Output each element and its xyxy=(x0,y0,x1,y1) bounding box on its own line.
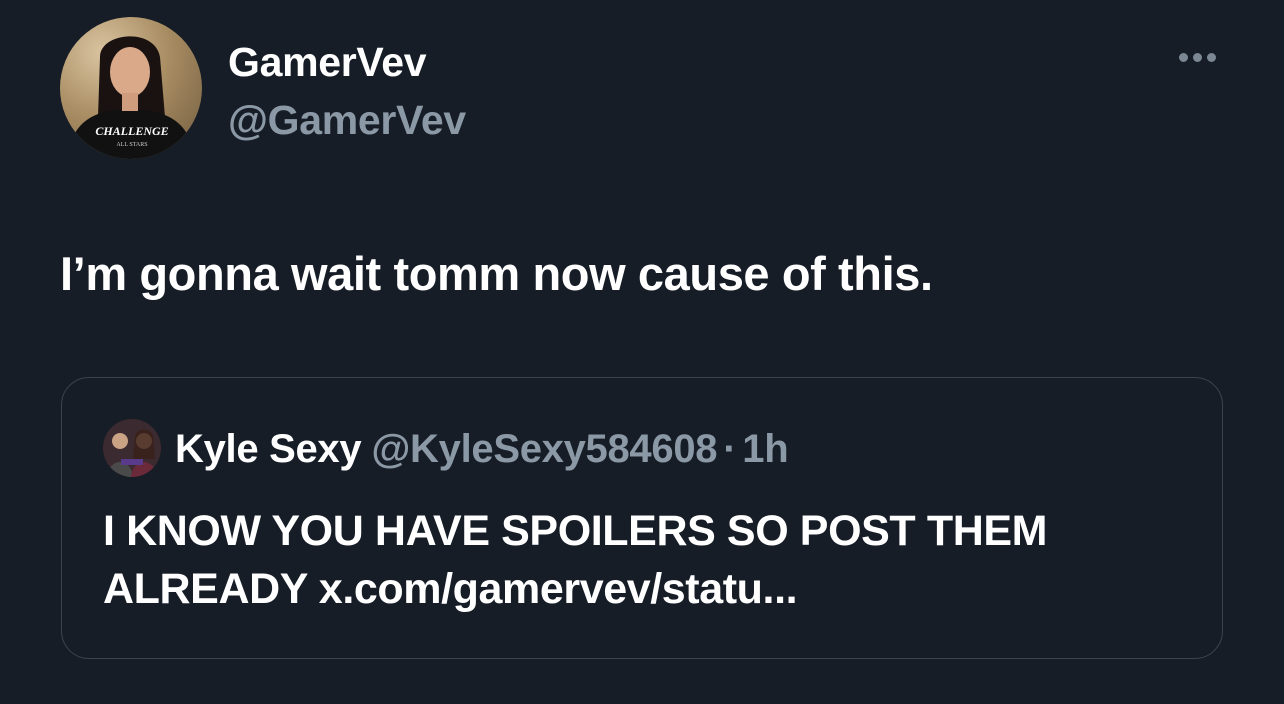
quoted-display-name[interactable]: Kyle Sexy xyxy=(175,427,362,471)
author-handle[interactable]: @GamerVev xyxy=(228,96,466,144)
more-horizontal-icon xyxy=(1178,52,1188,62)
quoted-header: Kyle Sexy @KyleSexy584608 · 1h xyxy=(175,425,789,473)
quoted-separator: · xyxy=(723,427,737,471)
avatar-shirt-subtext: ALL STARS xyxy=(116,142,147,148)
author-avatar-image: CHALLENGE ALL STARS xyxy=(68,36,194,159)
more-options-button[interactable] xyxy=(1172,42,1222,72)
quoted-handle[interactable]: @KyleSexy584608 xyxy=(371,427,717,471)
quoted-avatar-image xyxy=(103,419,161,477)
quoted-tweet-card[interactable]: Kyle Sexy @KyleSexy584608 · 1h I KNOW YOU H… xyxy=(61,377,1223,659)
more-horizontal-icon xyxy=(1192,52,1202,62)
tweet-text: I’m gonna wait tomm now cause of this. xyxy=(60,247,933,300)
quoted-timestamp[interactable]: 1h xyxy=(742,427,788,471)
quoted-tweet-text: I KNOW YOU HAVE SPOILERS SO POST THEM AL… xyxy=(103,507,1048,613)
avatar-shirt-text: CHALLENGE xyxy=(95,124,168,138)
quoted-author-avatar[interactable] xyxy=(103,419,161,477)
author-display-name[interactable]: GamerVev xyxy=(228,38,427,86)
more-horizontal-icon xyxy=(1206,52,1216,62)
author-avatar[interactable]: CHALLENGE ALL STARS xyxy=(60,17,202,159)
tweet: CHALLENGE ALL STARS GamerVev @GamerVev I… xyxy=(0,0,1284,704)
